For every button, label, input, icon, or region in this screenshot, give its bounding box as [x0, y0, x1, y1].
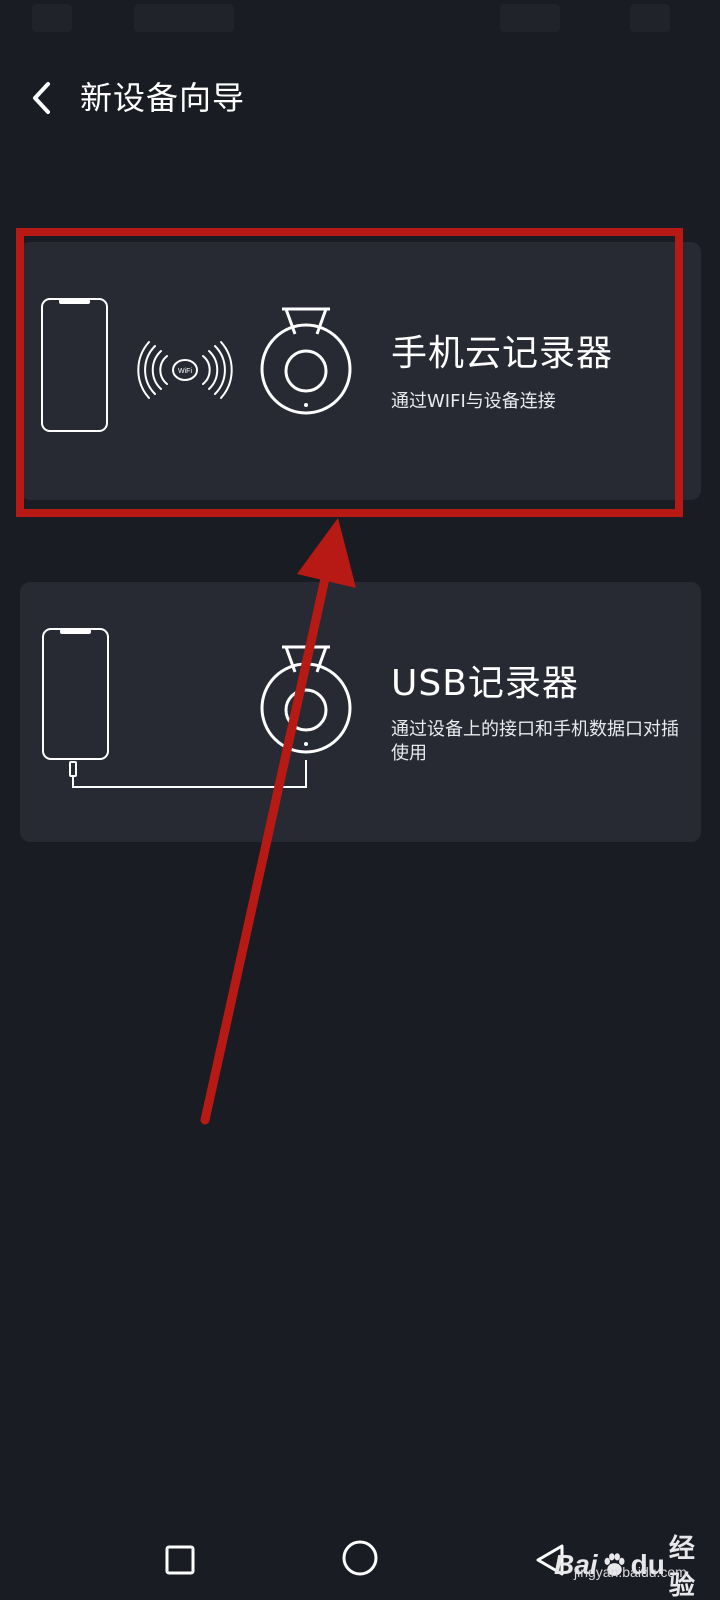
- usb-cable-icon: [69, 760, 307, 788]
- page-title: 新设备向导: [80, 79, 246, 117]
- square-icon: [165, 1545, 195, 1575]
- screen: 新设备向导 WiFi 手机云记录器 通过WIFI与设备连接 USB记录器 通过设…: [0, 0, 720, 1600]
- header: 新设备向导: [0, 62, 720, 142]
- usb-connection-illustration: [42, 628, 352, 788]
- option-description: 通过WIFI与设备连接: [391, 391, 556, 412]
- status-bar: [0, 0, 720, 40]
- recent-apps-button[interactable]: [158, 1538, 202, 1582]
- option-title: 手机云记录器: [391, 333, 614, 374]
- chevron-left-icon: [33, 82, 50, 114]
- circle-icon: [342, 1540, 378, 1576]
- camera-recorder-icon: [260, 307, 352, 415]
- option-title: USB记录器: [391, 663, 579, 704]
- wifi-connection-illustration: WiFi: [41, 298, 352, 432]
- camera-recorder-icon: [260, 645, 352, 754]
- home-button[interactable]: [338, 1536, 382, 1580]
- phone-icon: [41, 298, 108, 432]
- option-cloud-recorder[interactable]: WiFi 手机云记录器 通过WIFI与设备连接: [20, 242, 701, 500]
- wifi-label: WiFi: [178, 368, 192, 375]
- back-button[interactable]: [22, 76, 62, 120]
- baidu-jingyan-watermark: Bai du 经验 jingyan.baidu.com: [546, 1518, 716, 1600]
- option-description: 通过设备上的接口和手机数据口对插使用: [391, 719, 679, 764]
- phone-icon: [42, 628, 109, 760]
- option-usb-recorder[interactable]: USB记录器 通过设备上的接口和手机数据口对插使用: [20, 582, 701, 842]
- watermark-url: jingyan.baidu.com: [574, 1564, 687, 1580]
